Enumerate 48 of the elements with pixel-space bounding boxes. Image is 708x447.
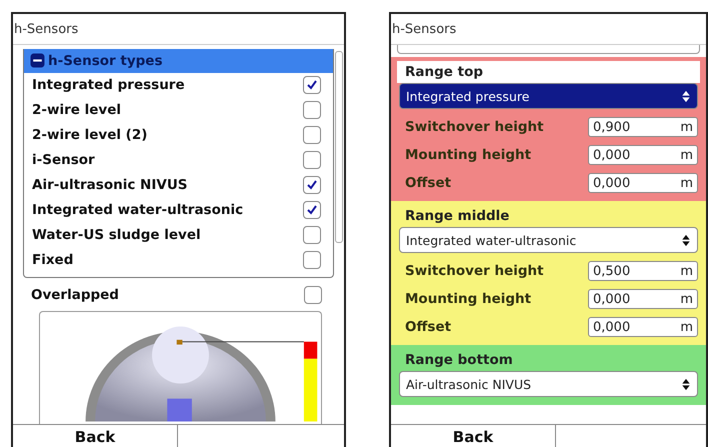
checkbox[interactable]: [303, 151, 321, 170]
field-label: Switchover height: [405, 263, 544, 279]
value-field[interactable]: 0,000 m: [588, 173, 698, 193]
collapse-icon[interactable]: [30, 53, 45, 68]
value-field[interactable]: 0,000 m: [588, 289, 698, 309]
tree-header-label: h-Sensor types: [48, 52, 162, 69]
spinner-icon: [681, 234, 691, 246]
check-icon: [306, 204, 318, 216]
section-title: Range top: [397, 61, 700, 83]
sensor-dropdown[interactable]: Integrated water-ultrasonic: [399, 227, 698, 253]
field-label: Offset: [405, 175, 452, 191]
sensor-label: Integrated pressure: [32, 77, 185, 94]
sensor-label: 2-wire level: [32, 102, 121, 118]
checkbox[interactable]: [303, 126, 321, 144]
check-icon: [306, 179, 318, 192]
sensor-label: Fixed: [32, 252, 74, 268]
spinner-icon: [681, 90, 691, 102]
screen-title: h-Sensors: [13, 14, 344, 45]
sensor-label: Water-US sludge level: [32, 227, 201, 244]
scrollbar[interactable]: [335, 50, 343, 243]
value-field[interactable]: 0,500 m: [588, 261, 698, 281]
sensor-label: Integrated water-ultrasonic: [32, 202, 244, 218]
value-field[interactable]: 0,000 m: [588, 145, 698, 165]
check-icon: [306, 79, 318, 92]
tree-header[interactable]: h-Sensor types: [24, 48, 333, 73]
value-field[interactable]: 0,900 m: [588, 117, 698, 137]
checkbox[interactable]: [303, 201, 321, 220]
sensor-label: 2-wire level (2): [32, 127, 148, 144]
checkbox[interactable]: [303, 176, 321, 194]
section-title: Range middle: [404, 207, 510, 226]
sensor-dropdown[interactable]: Integrated pressure: [399, 83, 698, 109]
overlapped-label: Overlapped: [31, 286, 119, 303]
section-title: Range bottom: [404, 351, 514, 370]
checkbox[interactable]: [303, 251, 321, 270]
sensor-dropdown[interactable]: Air-ultrasonic NIVUS: [399, 371, 698, 397]
checkbox[interactable]: [303, 101, 321, 120]
field-label: Mounting height: [405, 291, 532, 307]
value-field[interactable]: 0,000 m: [588, 317, 698, 337]
sensor-label: Air-ultrasonic NIVUS: [32, 177, 188, 194]
field-label: Mounting height: [405, 147, 532, 163]
sensor-label: i-Sensor: [32, 152, 95, 168]
screen-title: h-Sensors: [391, 14, 706, 45]
field-label: Offset: [405, 319, 452, 335]
checkbox[interactable]: [303, 226, 321, 244]
field-label: Switchover height: [405, 119, 544, 135]
checkbox[interactable]: [303, 76, 321, 94]
spinner-icon: [681, 378, 691, 390]
checkbox[interactable]: [304, 286, 322, 304]
